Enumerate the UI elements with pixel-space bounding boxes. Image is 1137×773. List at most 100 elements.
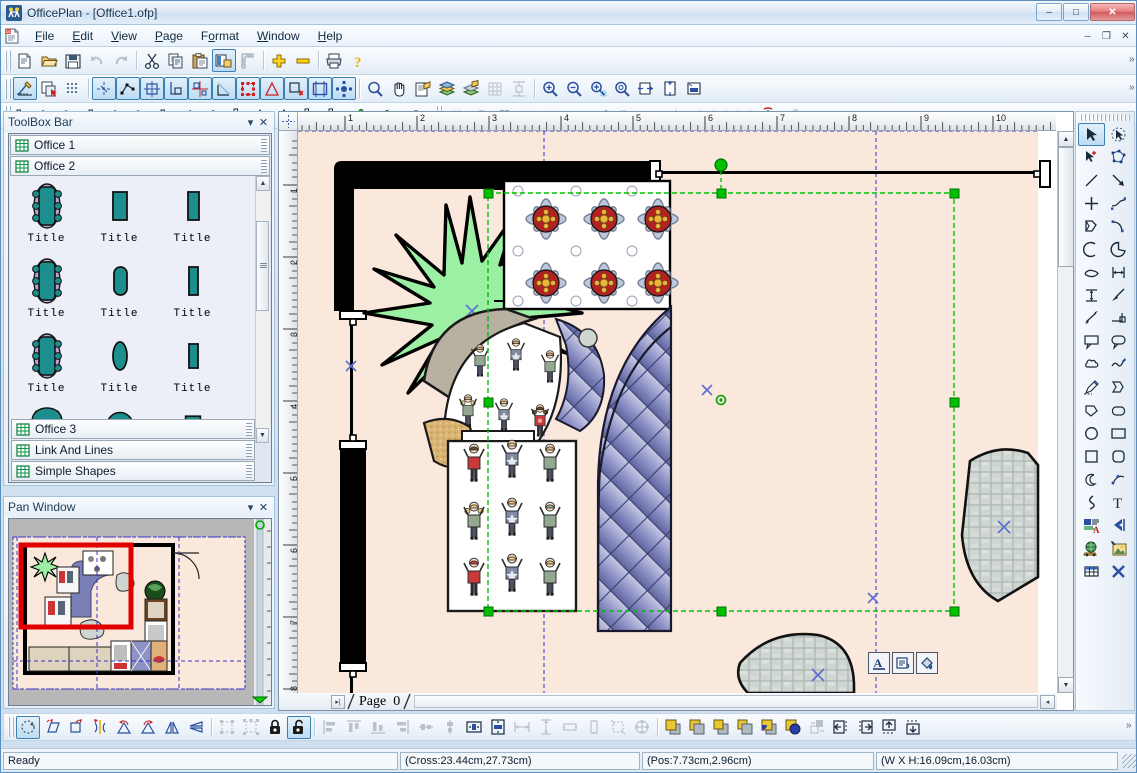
toolbox-collapse-icon[interactable]: ▾ [244,116,257,129]
crosshair-tool-icon[interactable] [1078,192,1105,215]
toolbox-category-office-1[interactable]: Office 1 [10,135,270,155]
shear-icon[interactable] [64,716,88,739]
nudge-right-icon[interactable] [853,716,877,739]
nudge-down-icon[interactable] [901,716,925,739]
toolbox-close-icon[interactable]: ✕ [257,116,270,129]
stencil-item-oval-table[interactable]: Title [83,326,156,401]
toolbox-category-simple-shapes[interactable]: Simple Shapes [11,461,255,481]
bring-front-icon[interactable] [661,716,685,739]
guides-icon[interactable] [260,77,284,100]
swap-order-icon[interactable] [805,716,829,739]
stencil-grid[interactable]: Title Title Title [10,176,258,443]
connector-icon[interactable] [332,77,356,100]
spline-tool-icon[interactable] [1105,192,1132,215]
rich-text-icon[interactable]: A [1078,514,1105,537]
align-top-icon[interactable] [342,716,366,739]
zoom-page-icon[interactable] [658,77,682,100]
zoom-sel-icon[interactable] [586,77,610,100]
cut-icon[interactable] [140,49,164,72]
right-toolbar-grip[interactable] [1080,114,1130,121]
bring-forward-icon[interactable] [709,716,733,739]
ellipse-flat-icon[interactable] [1078,261,1105,284]
menu-item-format[interactable]: Format [192,27,248,45]
snap-line-icon[interactable] [212,77,236,100]
node-select-icon[interactable] [1078,146,1105,169]
dim-horizontal-icon[interactable] [1105,261,1132,284]
resize-grip[interactable] [1122,754,1136,768]
zoom-tool-icon[interactable] [363,77,387,100]
stencil-scrollbar[interactable]: ▲ ▼ [255,176,270,443]
toolbar-overflow-standard[interactable] [1129,50,1137,72]
snap-object-icon[interactable] [164,77,188,100]
rounded-rect-icon[interactable] [1105,399,1132,422]
unlock-icon[interactable] [287,716,311,739]
shape-props-icon[interactable] [892,652,914,674]
skew-icon[interactable] [40,716,64,739]
align-middle-h-icon[interactable] [414,716,438,739]
ribbon-icon[interactable] [1105,376,1132,399]
node-edit-icon[interactable] [116,77,140,100]
mdi-close-button[interactable]: ✕ [1117,28,1134,44]
delete-icon[interactable] [1105,560,1132,583]
callout-rect-icon[interactable] [1078,330,1105,353]
circle-icon[interactable] [1078,422,1105,445]
center-page-v-icon[interactable] [486,716,510,739]
polygon-tool-icon[interactable] [1078,215,1105,238]
mirror-icon[interactable] [88,716,112,739]
fit-page-icon[interactable] [630,716,654,739]
fill-bucket-icon[interactable] [916,652,938,674]
align-left-icon[interactable] [318,716,342,739]
stencil-item-desk-rect[interactable]: Title [83,176,156,251]
rectangle-icon[interactable] [1105,422,1132,445]
same-height-icon[interactable] [582,716,606,739]
square-icon[interactable] [1078,445,1105,468]
pan-close-icon[interactable]: ✕ [257,501,270,514]
flip-horizontal-icon[interactable] [184,716,208,739]
menu-item-view[interactable]: View [102,27,146,45]
align-center-v-icon[interactable] [438,716,462,739]
moon-icon[interactable] [1078,468,1105,491]
zoom-fit-icon[interactable] [682,77,706,100]
help-icon[interactable]: ? [346,49,370,72]
menu-item-help[interactable]: Help [309,27,352,45]
menu-item-file[interactable]: FFileile [26,27,63,45]
print-icon[interactable] [322,49,346,72]
same-size-icon[interactable] [606,716,630,739]
leader-line-icon[interactable] [1105,284,1132,307]
grid-toggle-icon[interactable] [483,77,507,100]
stencil-item-round-table[interactable]: Title [83,251,156,326]
space-across-icon[interactable] [510,716,534,739]
zoom-add-icon[interactable] [267,49,291,72]
menu-item-page[interactable]: Page [146,27,192,45]
arrow-tool-icon[interactable] [1105,169,1132,192]
flip-vertical-icon[interactable] [160,716,184,739]
scroll-up-button[interactable]: ▲ [1058,131,1074,147]
cloud-icon[interactable] [1078,353,1105,376]
freehand-icon[interactable] [1105,353,1132,376]
behind-icon[interactable] [781,716,805,739]
align-right-icon[interactable] [390,716,414,739]
tab-first-button[interactable]: ▸| [331,695,345,709]
select-arrow-icon[interactable] [1078,123,1105,146]
in-front-of-icon[interactable] [757,716,781,739]
ruler-icon[interactable] [236,49,260,72]
crosshair-icon[interactable] [92,77,116,100]
zoom-all-icon[interactable] [610,77,634,100]
text-art-icon[interactable] [1105,514,1132,537]
send-back-icon[interactable] [685,716,709,739]
ungroup-icon[interactable] [239,716,263,739]
toolbox-category-office-2[interactable]: Office 2 [10,156,270,176]
scroll-down-button[interactable]: ▼ [1058,677,1074,693]
snap-point-icon[interactable] [188,77,212,100]
close-button[interactable]: ✕ [1090,3,1135,21]
table-icon[interactable] [1078,560,1105,583]
zoom-out-icon[interactable] [562,77,586,100]
copy-icon[interactable] [164,49,188,72]
bezier-tool-icon[interactable] [1105,215,1132,238]
nudge-left-icon[interactable] [829,716,853,739]
dim-diagonal-icon[interactable] [1078,307,1105,330]
connector-tool-icon[interactable] [1105,468,1132,491]
same-width-icon[interactable] [558,716,582,739]
toolbar-overflow-view[interactable] [1129,78,1137,100]
send-backward-icon[interactable] [733,716,757,739]
